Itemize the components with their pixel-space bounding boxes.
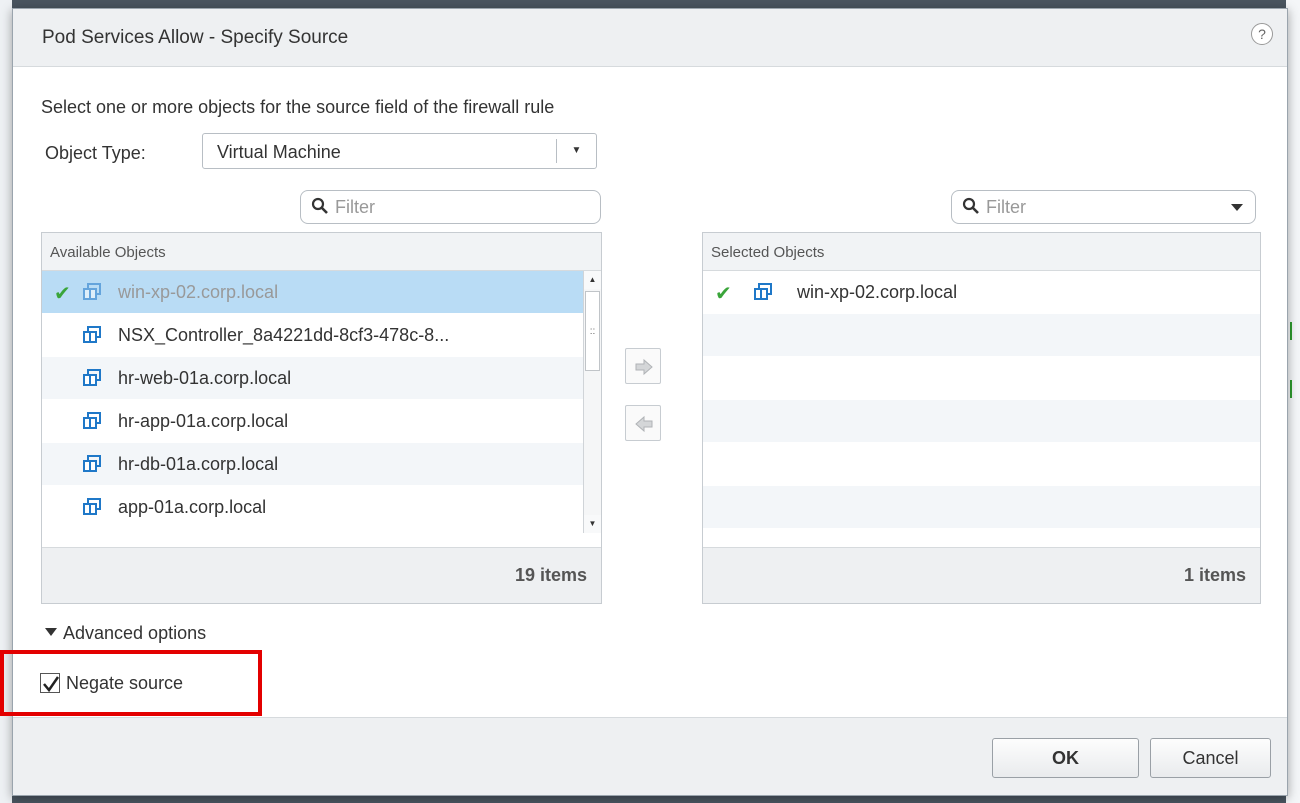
list-scrollbar[interactable]: ▲ :: ▼	[583, 271, 601, 533]
list-item-empty	[703, 357, 1260, 400]
list-item[interactable]: hr-db-01a.corp.local	[42, 443, 583, 486]
filter-placeholder: Filter	[335, 197, 375, 217]
background-indicator	[1290, 322, 1298, 340]
selected-filter-input[interactable]: Filter	[951, 190, 1256, 224]
check-icon: ✔	[715, 283, 732, 305]
background-right	[1286, 0, 1300, 803]
ok-button[interactable]: OK	[992, 738, 1139, 778]
virtual-machine-icon	[83, 455, 101, 472]
list-item-label: hr-db-01a.corp.local	[118, 454, 279, 474]
help-icon[interactable]: ?	[1251, 23, 1273, 45]
dialog-titlebar: Pod Services Allow - Specify Source ?	[13, 9, 1287, 67]
advanced-options-toggle[interactable]: Advanced options	[45, 623, 206, 644]
filter-placeholder: Filter	[986, 197, 1026, 217]
search-icon	[962, 197, 979, 214]
virtual-machine-icon	[83, 498, 101, 515]
object-type-select[interactable]: Virtual Machine ▼	[202, 133, 597, 169]
dialog-title: Pod Services Allow - Specify Source	[42, 27, 349, 48]
object-type-value: Virtual Machine	[217, 142, 341, 162]
list-item[interactable]: hr-web-01a.corp.local	[42, 357, 583, 400]
list-item-label: hr-web-01a.corp.local	[118, 368, 292, 388]
list-item-label: win-xp-02.corp.local	[797, 282, 958, 302]
move-right-button[interactable]	[625, 348, 661, 384]
dialog-button-bar: OK Cancel	[13, 717, 1287, 795]
object-type-label: Object Type:	[45, 143, 146, 163]
instruction-text: Select one or more objects for the sourc…	[41, 97, 555, 117]
scroll-thumb[interactable]: ::	[585, 291, 600, 371]
chevron-down-icon[interactable]: ▼	[556, 139, 596, 163]
list-item-empty	[703, 486, 1260, 529]
list-item[interactable]: ✔ win-xp-02.corp.local	[42, 271, 583, 314]
background-indicator	[1290, 380, 1298, 398]
list-item-empty	[703, 400, 1260, 443]
list-item-label: hr-app-01a.corp.local	[118, 411, 289, 431]
move-left-button[interactable]	[625, 405, 661, 441]
list-item[interactable]: ✔ win-xp-02.corp.local	[703, 271, 1260, 314]
selected-objects-header: Selected Objects	[703, 233, 1260, 271]
list-item-label: NSX_Controller_8a4221dd-8cf3-478c-8...	[118, 325, 450, 345]
arrow-left-icon	[635, 415, 653, 433]
chevron-down-icon	[45, 628, 57, 636]
list-item-empty	[703, 443, 1260, 486]
search-icon	[311, 197, 328, 214]
available-filter-input[interactable]: Filter	[300, 190, 601, 224]
arrow-right-icon	[635, 358, 653, 376]
list-item[interactable]: app-01a.corp.local	[42, 486, 583, 529]
chevron-down-icon[interactable]	[1231, 204, 1243, 211]
advanced-options-label: Advanced options	[63, 623, 207, 643]
list-item[interactable]: hr-app-01a.corp.local	[42, 400, 583, 443]
selected-objects-list: ✔ win-xp-02.corp.local	[703, 271, 1260, 533]
scroll-down-icon[interactable]: ▼	[584, 515, 601, 533]
list-item-label: app-01a.corp.local	[118, 497, 267, 517]
available-objects-header: Available Objects	[42, 233, 601, 271]
list-item-label: win-xp-02.corp.local	[118, 282, 279, 302]
available-count: 19 items	[42, 547, 601, 603]
selected-objects-panel: Selected Objects ✔ win-xp-02.corp.local …	[702, 232, 1261, 604]
list-item[interactable]: NSX_Controller_8a4221dd-8cf3-478c-8...	[42, 314, 583, 357]
virtual-machine-icon	[83, 369, 101, 386]
selected-count: 1 items	[703, 547, 1260, 603]
available-objects-panel: Available Objects ✔ win-xp-02.corp.local…	[41, 232, 602, 604]
virtual-machine-icon	[83, 283, 101, 300]
list-item-empty	[703, 314, 1260, 357]
highlight-annotation	[0, 650, 262, 716]
cancel-button[interactable]: Cancel	[1150, 738, 1271, 778]
virtual-machine-icon	[83, 326, 101, 343]
scroll-up-icon[interactable]: ▲	[584, 271, 601, 289]
virtual-machine-icon	[754, 283, 772, 300]
virtual-machine-icon	[83, 412, 101, 429]
available-objects-list: ✔ win-xp-02.corp.local NSX_Controller_8a…	[42, 271, 583, 533]
check-icon: ✔	[54, 283, 71, 305]
